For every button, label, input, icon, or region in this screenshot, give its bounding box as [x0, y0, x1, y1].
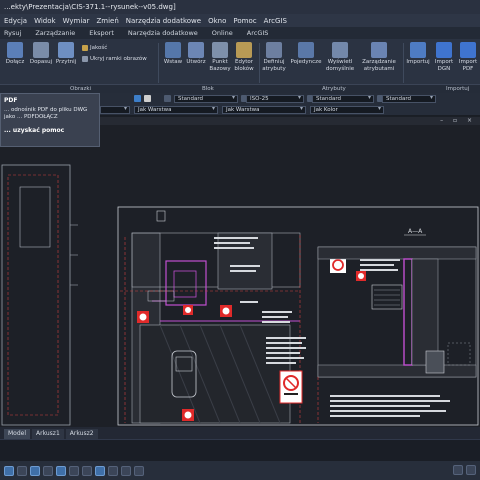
define-attributes-icon	[266, 42, 282, 58]
text-style-icon	[164, 95, 171, 102]
base-point-button[interactable]: Punkt Bazowy	[207, 42, 233, 72]
polar-icon[interactable]	[43, 465, 53, 476]
layer-icon[interactable]	[134, 95, 141, 102]
create-block-icon	[188, 42, 204, 58]
define-attributes-button[interactable]: Definiuj atrybuty	[261, 42, 287, 72]
section-label: A—A	[408, 228, 423, 235]
dim-style-select[interactable]: ISO-25	[246, 94, 304, 103]
group-label-atrybuty: Atrybuty	[322, 86, 346, 92]
create-block-button[interactable]: Utwórz	[183, 42, 209, 66]
import-pdf-button[interactable]: Import PDF	[455, 42, 480, 72]
import-dgn-button[interactable]: Import DGN	[431, 42, 457, 72]
menu-item-edycja[interactable]: Edycja	[4, 17, 27, 25]
grid-icon[interactable]	[17, 465, 27, 476]
dgn-file-icon	[436, 42, 452, 58]
image-attach-icon	[7, 42, 23, 58]
clip-icon	[58, 42, 74, 58]
color-select[interactable]: Jak Kolor	[310, 105, 384, 114]
table-style-select[interactable]: Standard	[312, 94, 374, 103]
selection-cycling-icon[interactable]	[121, 465, 131, 476]
tooltip-body: ... odnośnik PDF do pliku DWG jako ... P…	[4, 107, 88, 120]
tab-narzedzia-dodatkowe[interactable]: Narzędzia dodatkowe	[128, 29, 198, 37]
group-separator	[403, 43, 404, 83]
import-button[interactable]: Importuj	[405, 42, 431, 66]
group-separator	[158, 43, 159, 83]
lineweight-icon[interactable]	[82, 465, 92, 476]
block-editor-icon	[236, 42, 252, 58]
fit-icon	[33, 42, 49, 58]
command-line[interactable]	[0, 439, 480, 461]
menu-item-zmien[interactable]: Zmień	[96, 17, 118, 25]
tab-rysuj[interactable]: Rysuj	[4, 29, 21, 37]
menu-item-pomoc[interactable]: Pomoc	[233, 17, 256, 25]
drawing-canvas[interactable]: – ▫ × A—A	[0, 117, 480, 427]
import-icon	[410, 42, 426, 58]
menu-item-wymiar[interactable]: Wymiar	[63, 17, 90, 25]
group-label-blok: Blok	[202, 86, 214, 92]
menu-bar: Edycja Widok Wymiar Zmień Narzędzia doda…	[0, 14, 480, 27]
quality-icon	[82, 45, 88, 51]
insert-icon	[165, 42, 181, 58]
pdf-file-icon	[460, 42, 476, 58]
status-bar	[0, 461, 480, 480]
ribbon-panel: Dołącz Dopasuj Przytnij Jakość Ukryj ram…	[0, 39, 480, 85]
window-controls[interactable]: – ▫ ×	[440, 117, 476, 124]
attach-button[interactable]: Dołącz	[2, 42, 28, 66]
single-attribute-button[interactable]: Pojedyncze	[290, 42, 322, 66]
tooltip-help: ... uzyskać pomoc	[4, 127, 65, 134]
osnap-icon[interactable]	[56, 465, 66, 476]
cad-drawing: A—A	[1, 164, 479, 426]
lineweight-select[interactable]: Jak Warstwa	[222, 105, 306, 114]
dynamic-input-icon[interactable]	[95, 465, 105, 476]
tab-arcgis[interactable]: ArcGIS	[247, 29, 269, 37]
window-title: ...ekty\Prezentacja\CIS-371.1--rysunek--…	[4, 3, 176, 11]
multileader-style-select[interactable]: Standard	[382, 94, 436, 103]
hide-frames-button[interactable]: Ukryj ramki obrazów	[82, 56, 147, 62]
layer-select[interactable]	[100, 105, 130, 114]
tab-zarzadzanie[interactable]: Zarządzanie	[35, 29, 75, 37]
annotation-icon[interactable]	[134, 465, 144, 476]
attribute-manager-button[interactable]: Zarządzanie atrybutami	[360, 42, 398, 72]
clip-button[interactable]: Przytnij	[53, 42, 79, 66]
single-attribute-icon	[298, 42, 314, 58]
menu-item-arcgis[interactable]: ArcGIS	[264, 17, 287, 25]
group-separator	[259, 43, 260, 83]
frame-icon	[82, 56, 88, 62]
ribbon-group-labels: Obrazki Blok Atrybuty Importuj	[0, 85, 480, 93]
base-point-icon	[212, 42, 228, 58]
tab-eksport[interactable]: Eksport	[89, 29, 114, 37]
snap-icon[interactable]	[4, 465, 14, 476]
workspace-icon[interactable]	[453, 465, 463, 475]
menu-item-okno[interactable]: Okno	[208, 17, 226, 25]
tab-model[interactable]: Model	[4, 429, 31, 439]
linetype-select[interactable]: Jak Warstwa	[134, 105, 218, 114]
tooltip-popup: PDF ... odnośnik PDF do pliku DWG jako .…	[0, 93, 100, 147]
quality-button[interactable]: Jakość	[82, 45, 107, 51]
color-swatch-icon[interactable]	[144, 95, 151, 102]
settings-icon[interactable]	[466, 465, 476, 475]
app-window: ...ekty\Prezentacja\CIS-371.1--rysunek--…	[0, 0, 480, 480]
ortho-icon[interactable]	[30, 465, 40, 476]
tab-arkusz2[interactable]: Arkusz2	[65, 429, 98, 439]
tab-arkusz1[interactable]: Arkusz1	[32, 429, 64, 439]
display-icon	[332, 42, 348, 58]
attribute-manager-icon	[371, 42, 387, 58]
block-editor-button[interactable]: Edytor bloków	[231, 42, 257, 72]
menu-item-narzedzia[interactable]: Narzędzia dodatkowe	[126, 17, 201, 25]
group-label-obrazki: Obrazki	[70, 86, 92, 92]
menu-item-widok[interactable]: Widok	[34, 17, 56, 25]
otrack-icon[interactable]	[69, 465, 79, 476]
group-label-importuj: Importuj	[446, 86, 470, 92]
fit-button[interactable]: Dopasuj	[28, 42, 54, 66]
layout-tabs: Model Arkusz1 Arkusz2	[0, 427, 480, 439]
ribbon-tabs: Rysuj Zarządzanie Eksport Narzędzia doda…	[0, 27, 480, 39]
text-style-select[interactable]: Standard	[174, 94, 238, 103]
display-default-button[interactable]: Wyświetl domyślnie	[324, 42, 356, 72]
quick-properties-icon[interactable]	[108, 465, 118, 476]
title-bar: ...ekty\Prezentacja\CIS-371.1--rysunek--…	[0, 0, 480, 14]
tab-online[interactable]: Online	[212, 29, 233, 37]
tooltip-title: PDF	[4, 97, 18, 104]
